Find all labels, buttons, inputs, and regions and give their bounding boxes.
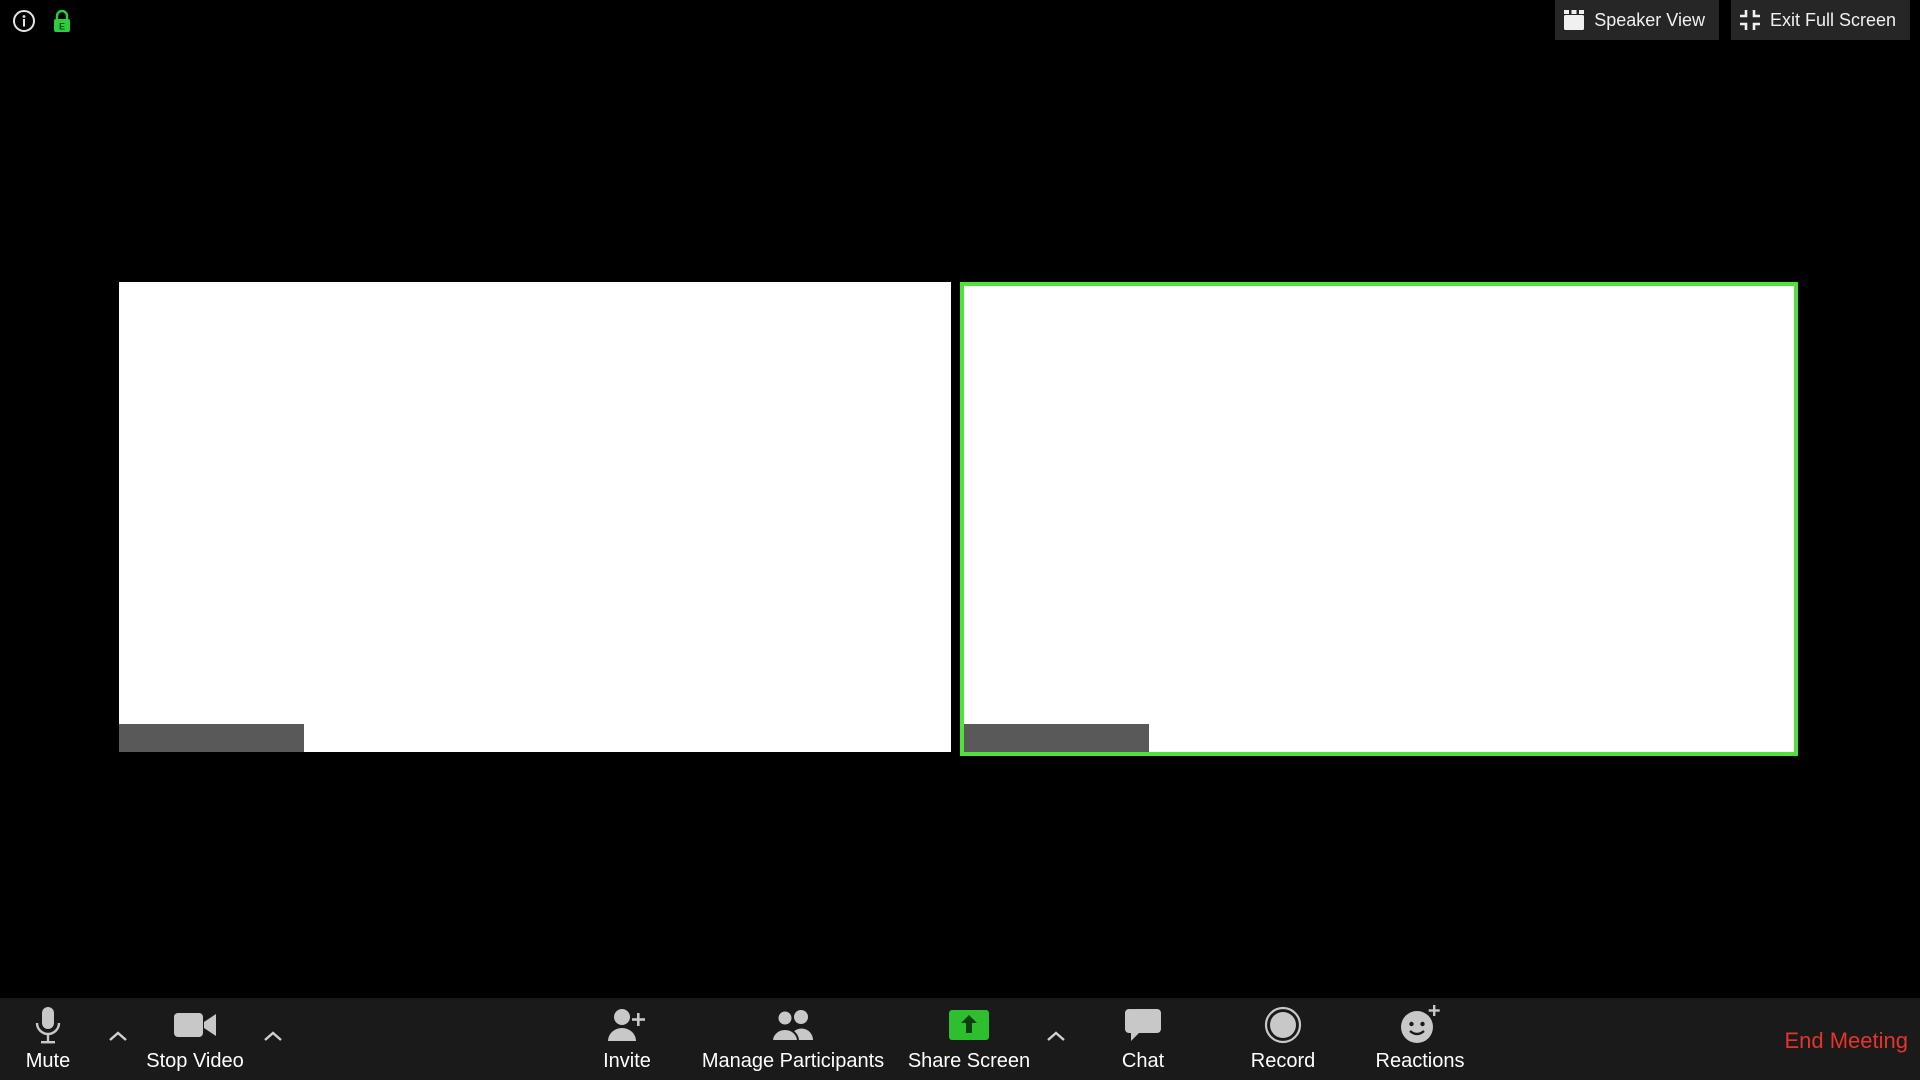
audio-options-caret[interactable] bbox=[106, 1024, 130, 1048]
encryption-lock-icon[interactable]: E bbox=[52, 9, 72, 33]
exit-full-screen-icon bbox=[1739, 9, 1761, 31]
stop-video-button[interactable]: Stop Video bbox=[140, 998, 250, 1080]
reactions-label: Reactions bbox=[1375, 1050, 1465, 1072]
record-button[interactable]: Record bbox=[1243, 998, 1323, 1080]
svg-text:E: E bbox=[59, 22, 65, 32]
view-controls: Speaker View Exit Full Screen bbox=[1555, 0, 1910, 40]
invite-label: Invite bbox=[603, 1050, 651, 1072]
chat-button[interactable]: Chat bbox=[1108, 998, 1178, 1080]
chat-label: Chat bbox=[1121, 1050, 1165, 1072]
mute-button[interactable]: Mute bbox=[18, 998, 78, 1080]
participant-video-tile[interactable] bbox=[119, 282, 951, 752]
stop-video-label: Stop Video bbox=[146, 1050, 244, 1072]
gallery-video-grid bbox=[119, 282, 1799, 756]
participant-name-tag bbox=[964, 724, 1149, 752]
end-meeting-button[interactable]: End Meeting bbox=[1784, 1028, 1908, 1054]
share-screen-label: Share Screen bbox=[907, 1050, 1031, 1072]
exit-full-screen-label: Exit Full Screen bbox=[1769, 9, 1896, 30]
speaker-view-label: Speaker View bbox=[1594, 9, 1705, 30]
mute-label: Mute bbox=[25, 1050, 71, 1072]
exit-full-screen-button[interactable]: Exit Full Screen bbox=[1730, 0, 1910, 40]
share-options-caret[interactable] bbox=[1044, 1024, 1068, 1048]
active-speaker-video-tile[interactable] bbox=[960, 282, 1798, 756]
invite-button[interactable]: Invite bbox=[592, 998, 662, 1080]
info-icon[interactable] bbox=[12, 9, 36, 33]
participants-icon bbox=[772, 1000, 814, 1050]
chevron-up-icon bbox=[109, 1031, 127, 1041]
manage-participants-label: Manage Participants bbox=[701, 1050, 885, 1072]
chevron-up-icon bbox=[1047, 1031, 1065, 1041]
add-reaction-icon bbox=[1399, 1000, 1441, 1050]
chevron-up-icon bbox=[264, 1031, 282, 1041]
video-camera-icon bbox=[173, 1000, 217, 1050]
speaker-view-grid-icon bbox=[1563, 9, 1585, 31]
video-options-caret[interactable] bbox=[261, 1024, 285, 1048]
manage-participants-button[interactable]: Manage Participants bbox=[700, 998, 886, 1080]
reactions-button[interactable]: Reactions bbox=[1370, 998, 1470, 1080]
record-icon bbox=[1264, 1000, 1302, 1050]
microphone-icon bbox=[33, 1000, 63, 1050]
speaker-view-button[interactable]: Speaker View bbox=[1555, 0, 1719, 40]
meeting-status-bar: E bbox=[12, 9, 72, 33]
add-person-icon bbox=[607, 1000, 647, 1050]
share-screen-button[interactable]: Share Screen bbox=[906, 998, 1032, 1080]
record-label: Record bbox=[1250, 1050, 1316, 1072]
participant-name-tag bbox=[119, 724, 304, 752]
chat-bubble-icon bbox=[1124, 1000, 1162, 1050]
share-screen-icon bbox=[948, 1000, 990, 1050]
